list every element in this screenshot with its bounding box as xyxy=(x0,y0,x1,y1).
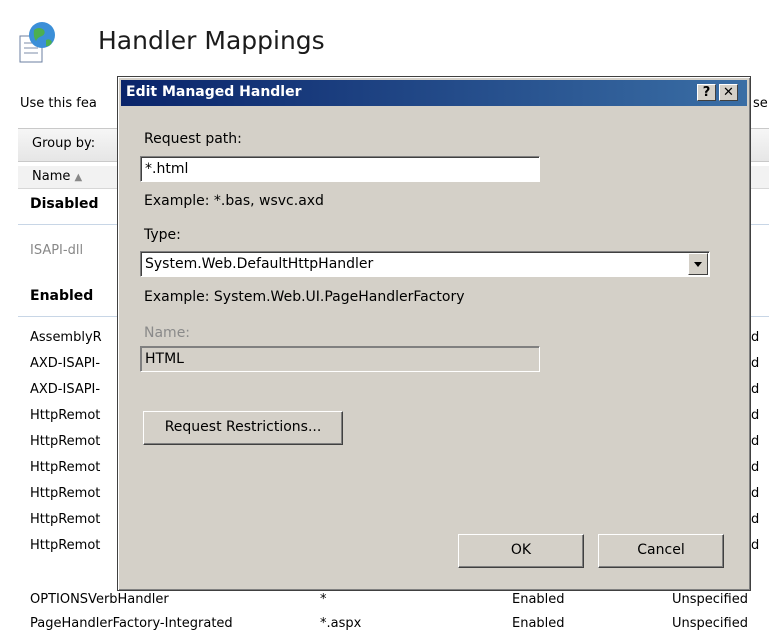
dialog-titlebar[interactable]: Edit Managed Handler ? ✕ xyxy=(121,80,747,106)
sort-ascending-icon: ▲ xyxy=(74,172,83,183)
group-by-label: Group by: xyxy=(32,136,96,151)
name-label: Name: xyxy=(144,325,191,341)
list-item[interactable]: HttpRemot xyxy=(30,486,100,501)
name-column-header[interactable]: Name ▲ xyxy=(32,169,82,184)
row-type: Unspecified xyxy=(672,592,748,607)
cell-fragment: d xyxy=(751,330,760,345)
type-combobox[interactable]: System.Web.DefaultHttpHandler xyxy=(140,251,710,277)
table-row[interactable]: OPTIONSVerbHandler * Enabled Unspecified xyxy=(18,590,769,611)
type-value: System.Web.DefaultHttpHandler xyxy=(145,256,374,272)
page-description: Use this fea xyxy=(20,96,97,111)
list-item[interactable]: HttpRemot xyxy=(30,460,100,475)
request-path-label: Request path: xyxy=(144,131,242,147)
help-button[interactable]: ? xyxy=(697,84,716,101)
list-item[interactable]: AXD-ISAPI- xyxy=(30,356,100,371)
dialog-title: Edit Managed Handler xyxy=(126,84,302,100)
close-icon: ✕ xyxy=(723,85,734,100)
row-name: PageHandlerFactory-Integrated xyxy=(30,616,233,631)
chevron-down-icon[interactable] xyxy=(688,253,708,275)
request-restrictions-button[interactable]: Request Restrictions... xyxy=(143,411,343,445)
group-header-disabled: Disabled xyxy=(30,196,99,212)
list-item[interactable]: ISAPI-dll xyxy=(30,243,83,258)
handler-mappings-icon xyxy=(19,22,55,63)
request-path-example: Example: *.bas, wsvc.axd xyxy=(144,193,324,209)
type-example: Example: System.Web.UI.PageHandlerFactor… xyxy=(144,289,465,305)
list-item[interactable]: HttpRemot xyxy=(30,434,100,449)
close-button[interactable]: ✕ xyxy=(719,84,738,101)
list-item[interactable]: HttpRemot xyxy=(30,408,100,423)
cell-fragment: d xyxy=(751,408,760,423)
row-path: *.aspx xyxy=(320,616,362,631)
cell-fragment: d xyxy=(751,460,760,475)
row-name: OPTIONSVerbHandler xyxy=(30,592,169,607)
cell-fragment: d xyxy=(751,382,760,397)
cell-fragment: d xyxy=(751,538,760,553)
cell-fragment: d xyxy=(751,434,760,449)
request-path-input[interactable]: *.html xyxy=(140,156,540,182)
page-title: Handler Mappings xyxy=(98,26,325,55)
list-item[interactable]: AssemblyR xyxy=(30,330,102,345)
row-state: Enabled xyxy=(512,616,565,631)
row-type: Unspecified xyxy=(672,616,748,631)
group-header-enabled: Enabled xyxy=(30,288,94,304)
list-item[interactable]: HttpRemot xyxy=(30,538,100,553)
cell-fragment: d xyxy=(751,486,760,501)
edit-managed-handler-dialog: Edit Managed Handler ? ✕ Request path: *… xyxy=(117,76,751,591)
cell-fragment: d xyxy=(751,356,760,371)
page-header: Handler Mappings xyxy=(18,16,758,66)
ok-button[interactable]: OK xyxy=(458,534,584,568)
row-path: * xyxy=(320,592,327,607)
name-field: HTML xyxy=(140,346,540,372)
cancel-button[interactable]: Cancel xyxy=(598,534,724,568)
list-item[interactable]: AXD-ISAPI- xyxy=(30,382,100,397)
cell-fragment: d xyxy=(751,512,760,527)
row-state: Enabled xyxy=(512,592,565,607)
list-item[interactable]: HttpRemot xyxy=(30,512,100,527)
type-label: Type: xyxy=(144,227,181,243)
page-description-tail: se xyxy=(753,96,768,111)
table-row[interactable]: PageHandlerFactory-Integrated *.aspx Ena… xyxy=(18,614,769,635)
